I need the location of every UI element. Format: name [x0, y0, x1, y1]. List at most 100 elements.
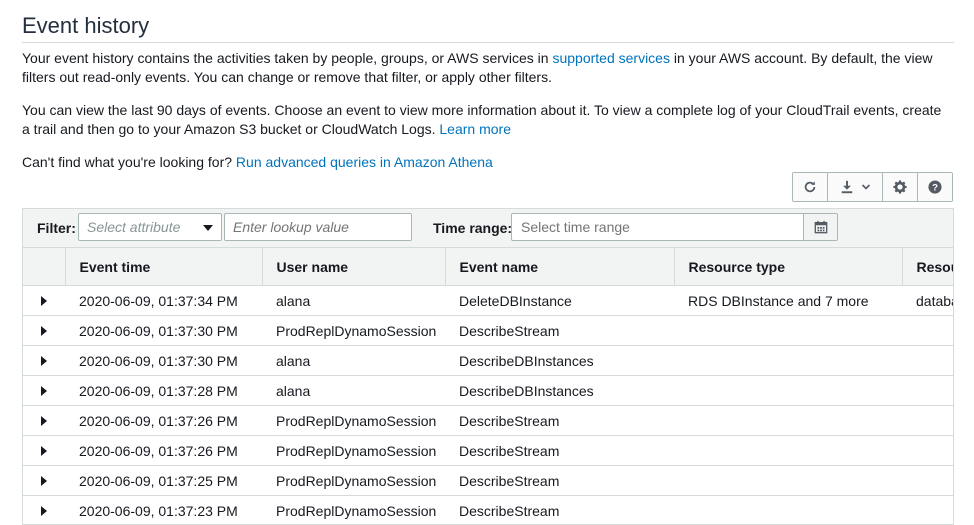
page-title: Event history	[22, 13, 150, 38]
attribute-select-placeholder: Select attribute	[87, 219, 181, 235]
event-name-cell: DescribeStream	[445, 435, 674, 466]
filter-label: Filter:	[37, 220, 76, 236]
event-time-cell: 2020-06-09, 01:37:23 PM	[65, 495, 262, 524]
caret-right-icon	[41, 355, 47, 366]
resource-type-cell	[674, 345, 902, 376]
table-row[interactable]: 2020-06-09, 01:37:26 PM ProdReplDynamoSe…	[23, 405, 953, 436]
event-name-cell: DescribeStream	[445, 315, 674, 346]
event-name-cell: DescribeStream	[445, 495, 674, 524]
svg-text:?: ?	[932, 183, 938, 194]
learn-more-link[interactable]: Learn more	[439, 121, 511, 137]
event-time-cell: 2020-06-09, 01:37:26 PM	[65, 405, 262, 436]
column-header-event-name[interactable]: Event name	[445, 248, 675, 286]
expand-row-button[interactable]	[23, 405, 65, 436]
user-name-cell: alana	[262, 345, 445, 376]
resource-type-cell	[674, 315, 902, 346]
column-header-event-time[interactable]: Event time	[65, 248, 263, 286]
resource-type-cell	[674, 435, 902, 466]
user-name-cell: ProdReplDynamoSession	[262, 435, 445, 466]
time-range-input[interactable]	[511, 213, 804, 241]
table-header-row: Event time User name Event name Resource…	[23, 248, 953, 286]
expand-row-button[interactable]	[23, 435, 65, 466]
download-button[interactable]	[828, 173, 883, 201]
user-name-cell: ProdReplDynamoSession	[262, 405, 445, 436]
event-history-table-panel: Filter: Select attribute Time range: Eve…	[22, 208, 954, 525]
intro-paragraph-2: You can view the last 90 days of events.…	[22, 101, 947, 139]
expand-row-button[interactable]	[23, 495, 65, 524]
event-time-cell: 2020-06-09, 01:37:26 PM	[65, 435, 262, 466]
expand-row-button[interactable]	[23, 285, 65, 316]
table-row[interactable]: 2020-06-09, 01:37:30 PM alana DescribeDB…	[23, 345, 953, 376]
intro-paragraph-3: Can't find what you're looking for? Run …	[22, 153, 947, 172]
user-name-cell: alana	[262, 375, 445, 406]
event-time-cell: 2020-06-09, 01:37:25 PM	[65, 465, 262, 496]
event-name-cell: DescribeStream	[445, 405, 674, 436]
table-row[interactable]: 2020-06-09, 01:37:34 PM alana DeleteDBIn…	[23, 285, 953, 316]
gear-icon	[893, 180, 907, 194]
expand-row-button[interactable]	[23, 315, 65, 346]
resource-type-cell	[674, 465, 902, 496]
table-row[interactable]: 2020-06-09, 01:37:30 PM ProdReplDynamoSe…	[23, 315, 953, 346]
table-row[interactable]: 2020-06-09, 01:37:28 PM alana DescribeDB…	[23, 375, 953, 406]
intro-text: Your event history contains the activiti…	[22, 50, 553, 66]
event-name-cell: DescribeDBInstances	[445, 345, 674, 376]
user-name-cell: alana	[262, 285, 445, 316]
calendar-button[interactable]	[803, 213, 838, 241]
resource-type-cell: RDS DBInstance and 7 more	[674, 285, 902, 316]
user-name-cell: ProdReplDynamoSession	[262, 465, 445, 496]
caret-right-icon	[41, 505, 47, 516]
chevron-down-icon	[861, 184, 870, 190]
resource-name-cell	[902, 315, 953, 346]
resource-name-cell	[902, 405, 953, 436]
download-icon	[841, 180, 852, 194]
help-button[interactable]: ?	[918, 173, 952, 201]
refresh-button[interactable]	[793, 173, 828, 201]
table-row[interactable]: 2020-06-09, 01:37:25 PM ProdReplDynamoSe…	[23, 465, 953, 496]
expand-row-button[interactable]	[23, 345, 65, 376]
title-divider	[22, 42, 954, 43]
attribute-select[interactable]: Select attribute	[78, 213, 222, 241]
resource-name-cell	[902, 495, 953, 524]
resource-name-cell: databa	[902, 285, 953, 316]
event-name-cell: DeleteDBInstance	[445, 285, 674, 316]
table-row[interactable]: 2020-06-09, 01:37:26 PM ProdReplDynamoSe…	[23, 435, 953, 466]
event-time-cell: 2020-06-09, 01:37:30 PM	[65, 345, 262, 376]
expand-row-button[interactable]	[23, 465, 65, 496]
resource-type-cell	[674, 375, 902, 406]
caret-down-icon	[203, 225, 213, 231]
resource-name-cell	[902, 435, 953, 466]
expand-row-button[interactable]	[23, 375, 65, 406]
intro-paragraph-1: Your event history contains the activiti…	[22, 49, 947, 87]
lookup-value-input[interactable]	[224, 213, 412, 241]
caret-right-icon	[41, 475, 47, 486]
table-row[interactable]: 2020-06-09, 01:37:23 PM ProdReplDynamoSe…	[23, 495, 953, 524]
calendar-icon	[814, 220, 827, 234]
event-name-cell: DescribeDBInstances	[445, 375, 674, 406]
column-header-resource-name[interactable]: Resou	[902, 248, 953, 286]
refresh-icon	[804, 181, 816, 193]
user-name-cell: ProdReplDynamoSession	[262, 495, 445, 524]
caret-right-icon	[41, 415, 47, 426]
caret-right-icon	[41, 295, 47, 306]
resource-name-cell	[902, 375, 953, 406]
caret-right-icon	[41, 325, 47, 336]
preferences-button[interactable]	[883, 173, 918, 201]
event-time-cell: 2020-06-09, 01:37:34 PM	[65, 285, 262, 316]
caret-right-icon	[41, 385, 47, 396]
filter-bar: Filter: Select attribute Time range:	[23, 209, 953, 248]
column-header-resource-type[interactable]: Resource type	[674, 248, 903, 286]
caret-right-icon	[41, 445, 47, 456]
resource-type-cell	[674, 495, 902, 524]
athena-queries-link[interactable]: Run advanced queries in Amazon Athena	[236, 154, 493, 170]
help-icon: ?	[928, 180, 942, 194]
event-name-cell: DescribeStream	[445, 465, 674, 496]
resource-type-cell	[674, 405, 902, 436]
supported-services-link[interactable]: supported services	[552, 50, 670, 66]
expand-column-header	[23, 248, 66, 286]
column-header-user-name[interactable]: User name	[262, 248, 446, 286]
resource-name-cell	[902, 465, 953, 496]
resource-name-cell	[902, 345, 953, 376]
intro-text: Can't find what you're looking for?	[22, 154, 236, 170]
table-toolbar: ?	[792, 172, 953, 202]
user-name-cell: ProdReplDynamoSession	[262, 315, 445, 346]
